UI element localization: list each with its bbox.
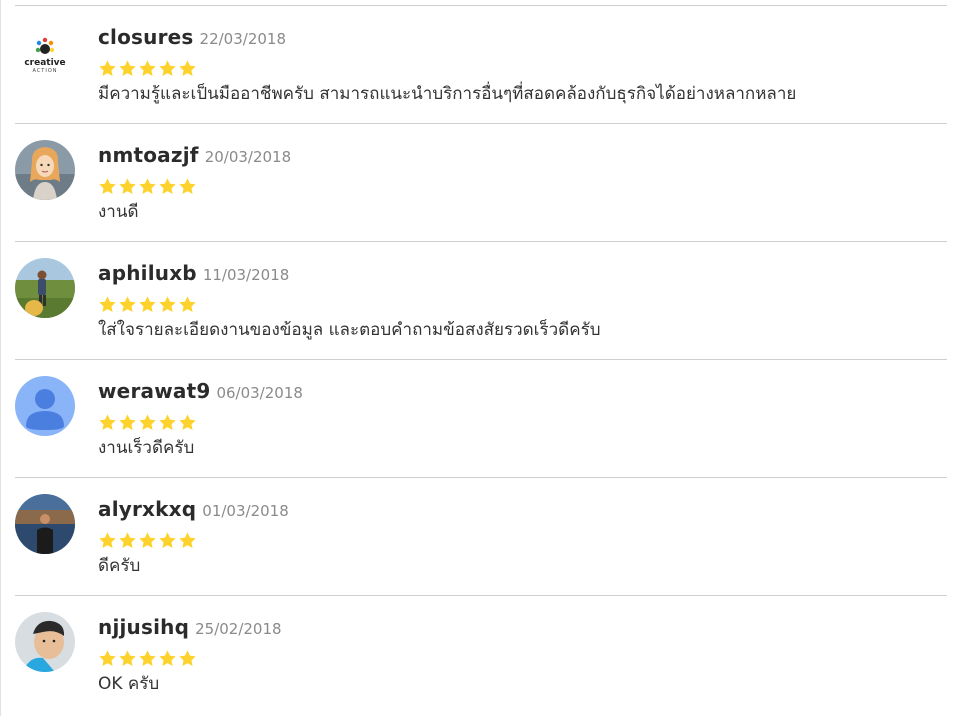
star-icon bbox=[139, 532, 156, 548]
star-icon bbox=[139, 60, 156, 76]
review-header: nmtoazjf 20/03/2018 bbox=[98, 142, 947, 168]
cartoon-person-avatar-image bbox=[15, 140, 75, 200]
star-icon bbox=[139, 650, 156, 666]
star-icon bbox=[99, 532, 116, 548]
review-body: closures 22/03/2018 มีความรู้และเป็นมืออา… bbox=[98, 24, 947, 106]
review-list: creative ACTION closures 22/03/2018 มีควา… bbox=[15, 5, 947, 713]
star-rating bbox=[98, 295, 947, 317]
star-icon bbox=[119, 414, 136, 430]
star-icon bbox=[159, 60, 176, 76]
star-rating bbox=[98, 59, 947, 81]
review-body: werawat9 06/03/2018 งานเร็วดีครับ bbox=[98, 378, 947, 460]
username-link[interactable]: nmtoazjf bbox=[98, 143, 199, 167]
person-selfie-avatar-image bbox=[15, 612, 75, 672]
star-rating bbox=[98, 177, 947, 199]
username-link[interactable]: njjusihq bbox=[98, 615, 189, 639]
username-link[interactable]: aphiluxb bbox=[98, 261, 197, 285]
star-rating bbox=[98, 413, 947, 435]
review-text: ใส่ใจรายละเอียดงานของข้อมูล และตอบคำถามข… bbox=[98, 320, 601, 340]
star-rating bbox=[98, 649, 947, 671]
star-icon bbox=[159, 650, 176, 666]
star-icon bbox=[139, 414, 156, 430]
star-icon bbox=[119, 178, 136, 194]
star-icon bbox=[99, 60, 116, 76]
star-icon bbox=[159, 178, 176, 194]
review-header: alyrxkxq 01/03/2018 bbox=[98, 496, 947, 522]
review-item: werawat9 06/03/2018 งานเร็วดีครับ bbox=[15, 359, 947, 477]
star-rating bbox=[98, 531, 947, 553]
logo-text-line2: ACTION bbox=[32, 68, 57, 74]
avatar[interactable] bbox=[15, 494, 75, 554]
star-icon bbox=[159, 296, 176, 312]
default-user-icon bbox=[15, 376, 75, 436]
review-item: alyrxkxq 01/03/2018 ดีครับ bbox=[15, 477, 947, 595]
star-icon bbox=[99, 414, 116, 430]
avatar[interactable] bbox=[15, 140, 75, 200]
star-icon bbox=[119, 532, 136, 548]
star-icon bbox=[139, 296, 156, 312]
star-icon bbox=[99, 650, 116, 666]
avatar[interactable] bbox=[15, 258, 75, 318]
avatar[interactable] bbox=[15, 376, 75, 436]
review-body: njjusihq 25/02/2018 OK ครับ bbox=[98, 614, 947, 696]
review-header: closures 22/03/2018 bbox=[98, 24, 947, 50]
left-border bbox=[0, 0, 1, 716]
review-text: งานดี bbox=[98, 202, 139, 222]
star-icon bbox=[139, 178, 156, 194]
star-icon bbox=[159, 414, 176, 430]
review-text: มีความรู้และเป็นมืออาชีพครับ สามารถแนะนำ… bbox=[98, 84, 797, 104]
star-icon bbox=[179, 414, 196, 430]
review-item: creative ACTION closures 22/03/2018 มีควา… bbox=[15, 5, 947, 123]
review-body: alyrxkxq 01/03/2018 ดีครับ bbox=[98, 496, 947, 578]
username-link[interactable]: alyrxkxq bbox=[98, 497, 196, 521]
review-item: aphiluxb 11/03/2018 ใส่ใจรายละเอียดงานของ… bbox=[15, 241, 947, 359]
outdoor-person-avatar-image bbox=[15, 258, 75, 318]
review-date: 11/03/2018 bbox=[202, 266, 290, 284]
star-icon bbox=[119, 650, 136, 666]
star-icon bbox=[179, 178, 196, 194]
star-icon bbox=[179, 296, 196, 312]
review-header: werawat9 06/03/2018 bbox=[98, 378, 947, 404]
review-date: 22/03/2018 bbox=[199, 30, 286, 48]
star-icon bbox=[99, 178, 116, 194]
star-icon bbox=[159, 532, 176, 548]
review-header: njjusihq 25/02/2018 bbox=[98, 614, 947, 640]
review-text: OK ครับ bbox=[98, 674, 160, 694]
review-date: 20/03/2018 bbox=[204, 148, 292, 166]
star-icon bbox=[179, 650, 196, 666]
star-icon bbox=[119, 296, 136, 312]
outdoor-person-avatar-image bbox=[15, 494, 75, 554]
review-item: nmtoazjf 20/03/2018 งานดี bbox=[15, 123, 947, 241]
avatar[interactable]: creative ACTION bbox=[15, 22, 75, 82]
review-header: aphiluxb 11/03/2018 bbox=[98, 260, 947, 286]
creative-action-logo: creative ACTION bbox=[15, 22, 75, 82]
review-date: 06/03/2018 bbox=[216, 384, 303, 402]
star-icon bbox=[179, 60, 196, 76]
review-text: งานเร็วดีครับ bbox=[98, 438, 195, 458]
review-text: ดีครับ bbox=[98, 556, 141, 576]
review-body: nmtoazjf 20/03/2018 งานดี bbox=[98, 142, 947, 224]
review-item: njjusihq 25/02/2018 OK ครับ bbox=[15, 595, 947, 713]
username-link[interactable]: closures bbox=[98, 25, 194, 49]
avatar[interactable] bbox=[15, 612, 75, 672]
star-icon bbox=[179, 532, 196, 548]
review-date: 25/02/2018 bbox=[195, 620, 282, 638]
review-date: 01/03/2018 bbox=[202, 502, 289, 520]
logo-text-line1: creative bbox=[24, 58, 65, 68]
star-icon bbox=[119, 60, 136, 76]
username-link[interactable]: werawat9 bbox=[98, 379, 210, 403]
review-body: aphiluxb 11/03/2018 ใส่ใจรายละเอียดงานของ… bbox=[98, 260, 947, 342]
star-icon bbox=[99, 296, 116, 312]
